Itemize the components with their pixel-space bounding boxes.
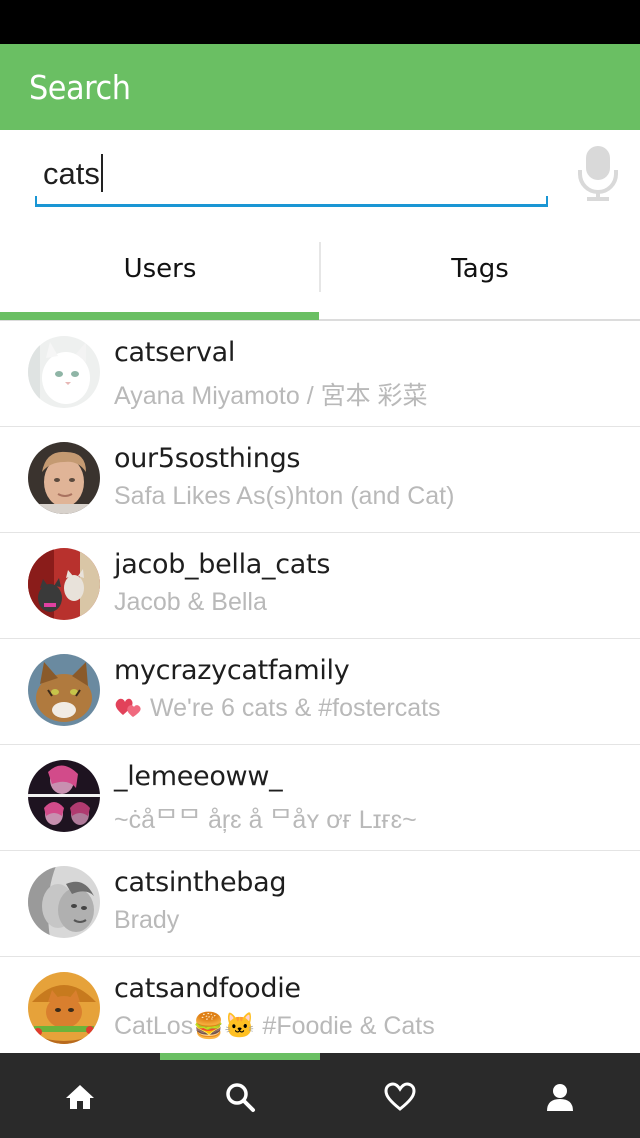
- search-input-value[interactable]: cats: [43, 154, 103, 192]
- avatar: [28, 336, 100, 408]
- full-name: Safa Likes As(s)hton (and Cat): [114, 482, 455, 510]
- full-name: Jacob & Bella: [114, 588, 267, 616]
- tab-tags[interactable]: Tags: [320, 230, 640, 319]
- full-name: Ayana Miyamoto / 宮本 彩菜: [114, 382, 428, 410]
- username: catserval: [114, 337, 236, 368]
- full-name: Brady: [114, 906, 180, 934]
- tab-selected-indicator: [0, 312, 319, 320]
- full-name: ~ċåᄆᄆ åŗɛ å ᄆåʏ ơғ Lɪғɛ~: [114, 806, 417, 834]
- page-title: Search: [29, 68, 131, 107]
- nav-home-button[interactable]: [0, 1053, 160, 1138]
- avatar: [28, 654, 100, 726]
- tab-users[interactable]: Users: [0, 230, 320, 319]
- profile-icon: [547, 1084, 573, 1111]
- username: our5sosthings: [114, 443, 301, 474]
- list-item[interactable]: catserval Ayana Miyamoto / 宮本 彩菜: [0, 321, 640, 427]
- list-item[interactable]: our5sosthings Safa Likes As(s)hton (and …: [0, 427, 640, 533]
- username: catsinthebag: [114, 867, 287, 898]
- home-icon: [66, 1085, 94, 1109]
- avatar: [28, 760, 100, 832]
- heart-icon: [384, 1082, 416, 1111]
- full-name: CatLos🍔🐱 #Foodie & Cats: [114, 1012, 435, 1040]
- search-row: cats: [0, 130, 640, 230]
- username: _lemeeoww_: [114, 761, 283, 792]
- microphone-icon[interactable]: [576, 144, 620, 202]
- text-caret: [100, 154, 103, 192]
- results-list: catserval Ayana Miyamoto / 宮本 彩菜 our5sos…: [0, 321, 640, 1053]
- list-item[interactable]: mycrazycatfamily We're 6 cats & #fosterc…: [0, 639, 640, 745]
- input-underline-edge: [35, 196, 37, 207]
- avatar: [28, 548, 100, 620]
- avatar: [28, 866, 100, 938]
- username: jacob_bella_cats: [114, 549, 331, 580]
- full-name: We're 6 cats & #fostercats: [114, 694, 441, 723]
- list-item[interactable]: jacob_bella_cats Jacob & Bella: [0, 533, 640, 639]
- list-item[interactable]: catsinthebag Brady: [0, 851, 640, 957]
- input-underline-edge: [546, 196, 548, 207]
- app-bar: Search: [0, 44, 640, 130]
- avatar: [28, 972, 100, 1044]
- hearts-icon: [115, 698, 141, 717]
- tab-bar: Users Tags: [0, 230, 640, 321]
- search-icon: [226, 1083, 255, 1112]
- search-input[interactable]: [35, 149, 548, 207]
- nav-profile-button[interactable]: [480, 1053, 640, 1138]
- bottom-navigation: [0, 1053, 640, 1138]
- list-item[interactable]: catsandfoodie CatLos🍔🐱 #Foodie & Cats: [0, 957, 640, 1053]
- username: catsandfoodie: [114, 973, 301, 1004]
- list-item[interactable]: _lemeeoww_ ~ċåᄆᄆ åŗɛ å ᄆåʏ ơғ Lɪғɛ~: [0, 745, 640, 851]
- nav-activity-button[interactable]: [320, 1053, 480, 1138]
- username: mycrazycatfamily: [114, 655, 350, 686]
- avatar: [28, 442, 100, 514]
- nav-search-button[interactable]: [160, 1053, 320, 1138]
- status-bar: [0, 0, 640, 44]
